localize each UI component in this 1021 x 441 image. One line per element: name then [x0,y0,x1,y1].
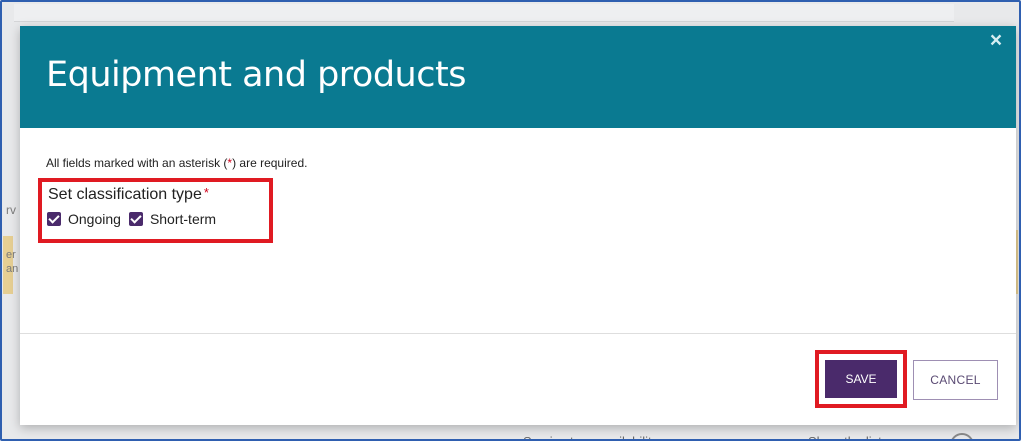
option-short-term[interactable]: Short-term [128,211,217,227]
required-fields-note: All fields marked with an asterisk (*) a… [46,156,308,170]
classification-options: Ongoing Short-term [47,211,224,227]
option-ongoing[interactable]: Ongoing [47,211,121,227]
dialog-header: Equipment and products × [20,26,1016,128]
background-header-strip [14,4,954,22]
short-term-checkbox[interactable] [128,212,143,226]
save-button[interactable]: SAVE [825,360,897,398]
classification-type-label: Set classification type * [48,185,209,203]
required-asterisk: * [203,185,209,200]
save-button-highlight: SAVE [815,350,907,408]
background-text-fragment: er an [6,249,19,275]
short-term-label: Short-term [149,211,217,227]
cancel-button[interactable]: CANCEL [913,360,998,400]
background-text-fragment: rv [6,203,16,217]
ongoing-label: Ongoing [68,211,121,227]
background-bottom-link: Show the list [808,432,882,441]
classification-type-group: Set classification type * Ongoing Short-t… [38,178,273,243]
dialog-title: Equipment and products [46,55,466,95]
close-icon[interactable]: × [985,30,1007,52]
equipment-products-dialog: Equipment and products × All fields mark… [20,26,1016,425]
footer-divider [20,333,1016,334]
background-bottom-label: Service type availability [523,432,658,441]
ongoing-checkbox[interactable] [47,212,61,226]
